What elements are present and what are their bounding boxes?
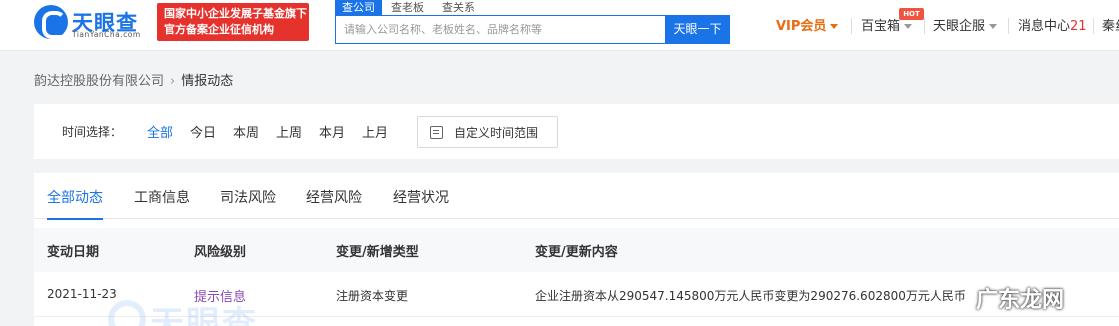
tab-all-dynamics[interactable]: 全部动态 (47, 187, 103, 220)
column-header-date: 变动日期 (47, 245, 100, 260)
breadcrumb: 韵达控股股份有限公司 › 情报动态 (34, 70, 233, 89)
search-tab-boss[interactable]: 查老板 (391, 0, 424, 15)
tab-business-info[interactable]: 工商信息 (134, 187, 190, 219)
tab-operational-status[interactable]: 经营状况 (393, 187, 449, 219)
corner-watermark: 广东龙网 (976, 288, 1065, 313)
breadcrumb-company[interactable]: 韵达控股股份有限公司 (34, 74, 164, 89)
tab-judicial-risk[interactable]: 司法风险 (220, 187, 276, 219)
row-change-content: 企业注册资本从290547.145800万元人民币变更为290276.60280… (535, 289, 966, 303)
chevron-down-icon (830, 24, 839, 29)
vip-label: VIP会员 (776, 19, 827, 34)
logo-mark-icon (34, 5, 68, 39)
tianyancha-logo[interactable]: 天眼查 TianYanCha.com (34, 5, 152, 41)
search-input[interactable] (336, 16, 665, 43)
custom-time-range-button[interactable]: 自定义时间范围 (417, 116, 558, 148)
vip-menu[interactable]: VIP会员 (776, 17, 839, 37)
time-option-this-week[interactable]: 本周 (233, 122, 259, 141)
nav-divider (924, 18, 925, 34)
center-watermark: 天眼查 (150, 304, 258, 326)
search-box (335, 15, 666, 44)
category-tabs: 全部动态 工商信息 司法风险 经营风险 经营状况 (34, 173, 1119, 220)
breadcrumb-current: 情报动态 (181, 74, 234, 89)
official-badge[interactable]: 国家中小企业发展子基金旗下 官方备案企业征信机构 (157, 3, 309, 41)
column-header-risk: 风险级别 (194, 245, 247, 260)
user-menu[interactable]: 秦丝 (1102, 17, 1119, 37)
column-header-content: 变更/更新内容 (535, 245, 618, 260)
chevron-right-icon: › (170, 74, 176, 89)
badge-line-2: 官方备案企业征信机构 (164, 23, 274, 36)
chevron-down-icon (904, 24, 913, 29)
column-header-type: 变更/新增类型 (336, 245, 419, 260)
custom-range-label: 自定义时间范围 (454, 126, 539, 140)
search-tab-company[interactable]: 查公司 (335, 0, 382, 15)
time-filter-panel: 时间选择： 全部 今日 本周 上周 本月 上月 自定义时间范围 (34, 104, 1119, 159)
nav-divider (851, 18, 852, 34)
hot-badge: HOT (899, 8, 924, 20)
time-option-last-month[interactable]: 上月 (362, 122, 388, 141)
time-option-today[interactable]: 今日 (190, 122, 216, 141)
tab-operational-risk[interactable]: 经营风险 (306, 187, 362, 219)
message-count-badge: 21 (1070, 19, 1087, 34)
enterprise-service-menu[interactable]: 天眼企服 (933, 17, 998, 37)
time-filter-label: 时间选择： (62, 125, 123, 139)
row-date: 2021-11-23 (47, 287, 117, 301)
nav-divider (1008, 18, 1009, 34)
search-button[interactable]: 天眼一下 (665, 15, 730, 44)
top-header: 天眼查 TianYanCha.com 国家中小企业发展子基金旗下 官方备案企业征… (0, 0, 1119, 51)
search-tab-relation[interactable]: 查关系 (442, 0, 475, 15)
calendar-icon (430, 126, 443, 139)
nav-divider (1093, 18, 1094, 34)
logo-domain: TianYanCha.com (72, 30, 141, 39)
enterprise-service-label: 天眼企服 (933, 19, 986, 34)
time-option-last-week[interactable]: 上周 (276, 122, 302, 141)
message-center-label: 消息中心 (1018, 19, 1071, 34)
treasure-box-label: 百宝箱 (861, 19, 901, 34)
treasure-box-menu[interactable]: 百宝箱 (861, 17, 913, 37)
message-center[interactable]: 消息中心21 (1018, 17, 1087, 37)
chevron-down-icon (989, 24, 998, 29)
badge-line-1: 国家中小企业发展子基金旗下 (164, 7, 307, 20)
table-header: 变动日期 风险级别 变更/新增类型 变更/更新内容 (34, 228, 1119, 272)
time-option-this-month[interactable]: 本月 (319, 122, 345, 141)
time-option-all[interactable]: 全部 (147, 122, 173, 141)
